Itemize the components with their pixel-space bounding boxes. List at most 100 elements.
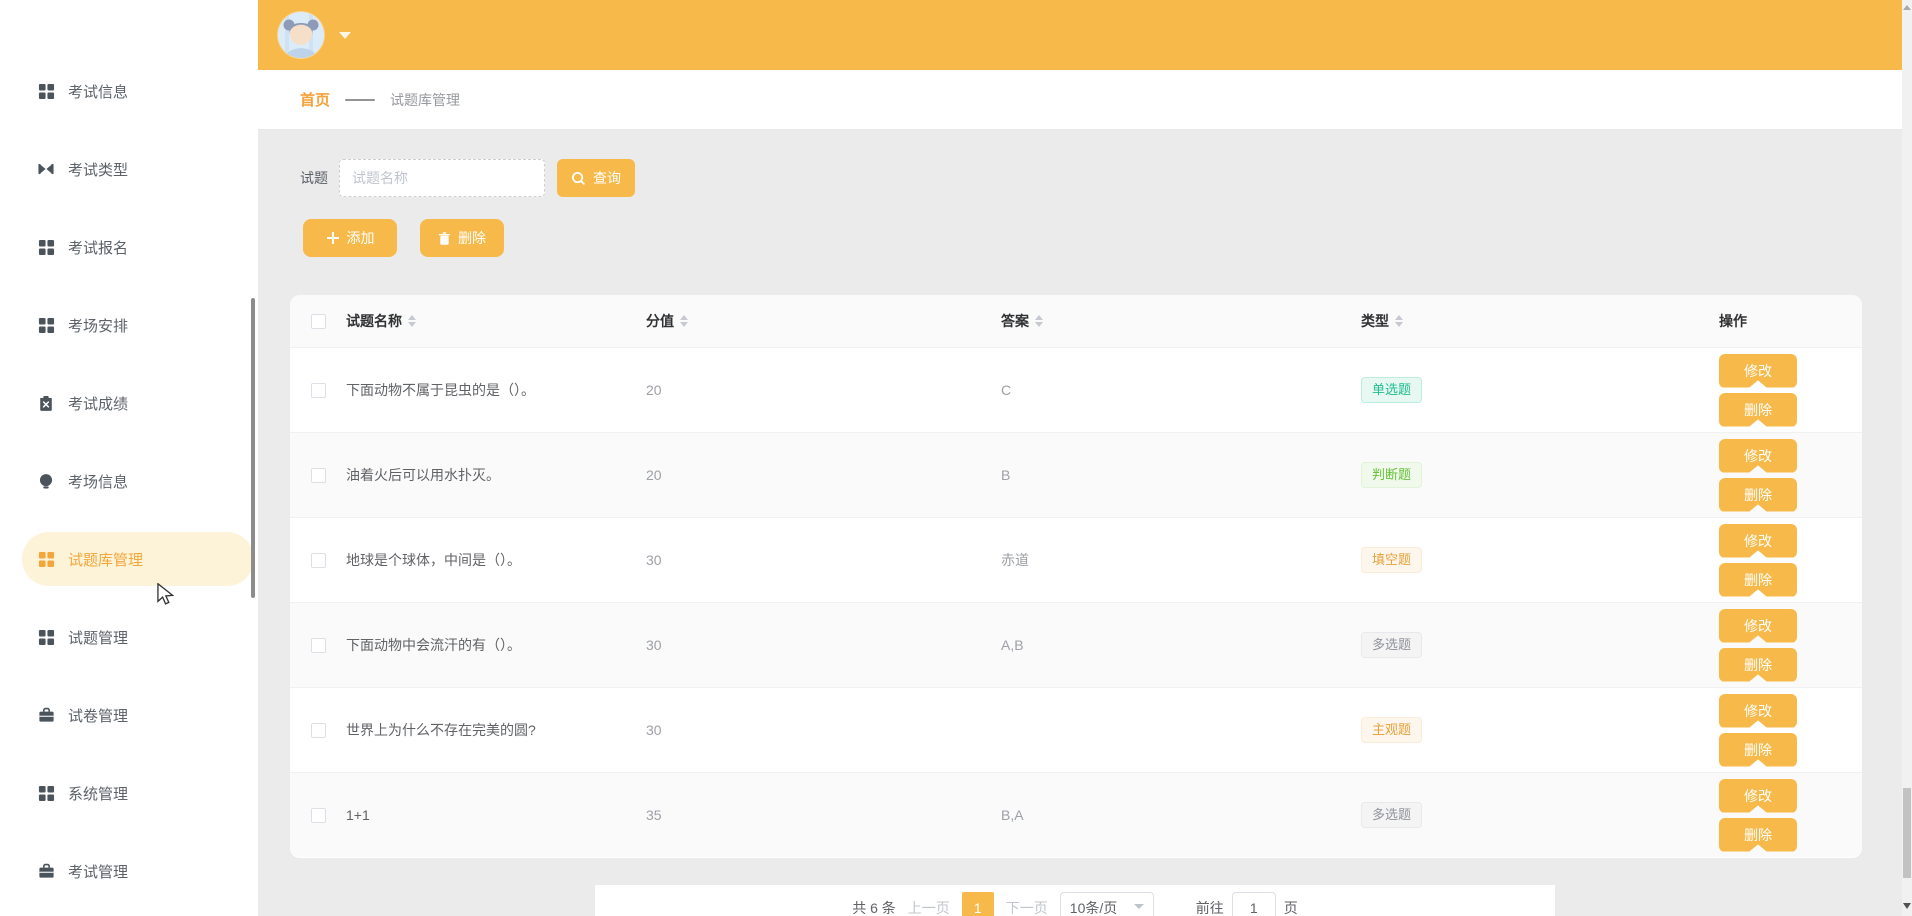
page-scrollbar[interactable] (1902, 0, 1912, 916)
edit-row-button[interactable]: 修改 (1719, 694, 1797, 728)
table-row: 油着火后可以用水扑灭。 20 B 判断题 修改 删除 (290, 432, 1862, 517)
sidebar-item-2[interactable]: 考试报名 (0, 208, 258, 286)
sidebar-item-label: 考试报名 (68, 237, 128, 258)
bulb-icon (37, 472, 55, 490)
sidebar-item-label: 试卷管理 (68, 705, 128, 726)
add-button-label: 添加 (347, 228, 375, 248)
question-name: 下面动物中会流汗的有（）。 (346, 635, 646, 655)
user-avatar[interactable] (278, 12, 324, 58)
edit-row-button[interactable]: 修改 (1719, 439, 1797, 473)
header-action: 操作 (1719, 311, 1747, 331)
sidebar-item-label: 试题管理 (68, 627, 128, 648)
question-answer: C (1001, 382, 1361, 398)
row-checkbox[interactable] (311, 553, 326, 568)
edit-row-button[interactable]: 修改 (1719, 354, 1797, 388)
edit-row-button[interactable]: 修改 (1719, 779, 1797, 813)
grid-icon (37, 550, 55, 568)
sidebar-menu: 考试信息 考试类型 考试报名 考场安排 考试成绩 考场信息 试题库管理 试题管理… (0, 0, 258, 910)
row-checkbox[interactable] (311, 723, 326, 738)
sort-icon[interactable] (1035, 315, 1043, 327)
question-score: 20 (646, 467, 1001, 483)
query-button[interactable]: 查询 (557, 159, 635, 197)
question-score: 20 (646, 382, 1001, 398)
trash-icon (438, 231, 451, 246)
breadcrumb-separator (345, 99, 375, 101)
row-checkbox[interactable] (311, 383, 326, 398)
table-row: 地球是个球体，中间是（）。 30 赤道 填空题 修改 删除 (290, 517, 1862, 602)
mouse-cursor-icon (156, 583, 176, 605)
question-name: 下面动物不属于昆虫的是（）。 (346, 380, 646, 400)
goto-page-input[interactable] (1232, 892, 1276, 916)
goto-label: 前往 (1196, 898, 1224, 916)
delete-row-button[interactable]: 删除 (1719, 818, 1797, 852)
sidebar-item-3[interactable]: 考场安排 (0, 286, 258, 364)
delete-row-button[interactable]: 删除 (1719, 563, 1797, 597)
sidebar-item-9[interactable]: 系统管理 (0, 754, 258, 832)
sort-icon[interactable] (680, 315, 688, 327)
search-input[interactable] (339, 159, 545, 197)
page-number-1[interactable]: 1 (962, 892, 994, 916)
sidebar-item-label: 考试信息 (68, 81, 128, 102)
question-type-badge: 判断题 (1361, 462, 1422, 488)
sidebar-item-0[interactable]: 考试信息 (0, 52, 258, 130)
sidebar-item-5[interactable]: 考场信息 (0, 442, 258, 520)
row-checkbox[interactable] (311, 808, 326, 823)
row-checkbox[interactable] (311, 468, 326, 483)
prev-page-button[interactable]: 上一页 (908, 898, 950, 916)
grid-icon (37, 784, 55, 802)
film-icon (37, 160, 55, 178)
question-score: 30 (646, 552, 1001, 568)
breadcrumb-current: 试题库管理 (390, 90, 460, 110)
chevron-down-icon (1134, 904, 1144, 909)
add-button[interactable]: 添加 (303, 219, 397, 257)
question-score: 30 (646, 637, 1001, 653)
page-root: { "topbar": { "caret": "dropdown" }, "br… (0, 0, 1912, 916)
sidebar-item-4[interactable]: 考试成绩 (0, 364, 258, 442)
question-answer: B (1001, 467, 1361, 483)
scroll-up-icon[interactable] (1903, 5, 1911, 10)
delete-row-button[interactable]: 删除 (1719, 478, 1797, 512)
query-button-label: 查询 (593, 168, 621, 188)
header-type[interactable]: 类型 (1361, 311, 1389, 331)
grid-icon (37, 238, 55, 256)
sidebar-item-label: 考试类型 (68, 159, 128, 180)
delete-row-button[interactable]: 删除 (1719, 393, 1797, 427)
header-question-name[interactable]: 试题名称 (346, 311, 402, 331)
sidebar-scrollbar-thumb[interactable] (251, 298, 255, 598)
question-score: 35 (646, 807, 1001, 823)
sidebar-item-1[interactable]: 考试类型 (0, 130, 258, 208)
sidebar-item-8[interactable]: 试卷管理 (0, 676, 258, 754)
sidebar-item-6[interactable]: 试题库管理 (0, 520, 258, 598)
delete-button[interactable]: 删除 (420, 219, 504, 257)
table-body: 下面动物不属于昆虫的是（）。 20 C 单选题 修改 删除 油着火后可以用水扑灭… (290, 347, 1862, 857)
search-form: 试题 查询 (300, 159, 635, 197)
page-size-value: 10条/页 (1070, 898, 1117, 916)
edit-row-button[interactable]: 修改 (1719, 609, 1797, 643)
scroll-down-icon[interactable] (1903, 903, 1911, 909)
delete-row-button[interactable]: 删除 (1719, 733, 1797, 767)
grid-icon (37, 82, 55, 100)
next-page-button[interactable]: 下一页 (1006, 898, 1048, 916)
edit-row-button[interactable]: 修改 (1719, 524, 1797, 558)
clipboard-x-icon (37, 394, 55, 412)
page-scrollbar-thumb[interactable] (1903, 788, 1911, 878)
goto-unit-label: 页 (1284, 898, 1298, 916)
page-size-select[interactable]: 10条/页 (1060, 892, 1154, 916)
sidebar-item-7[interactable]: 试题管理 (0, 598, 258, 676)
table-row: 下面动物不属于昆虫的是（）。 20 C 单选题 修改 删除 (290, 347, 1862, 432)
delete-row-button[interactable]: 删除 (1719, 648, 1797, 682)
briefcase-icon (37, 706, 55, 724)
header-score[interactable]: 分值 (646, 311, 674, 331)
sort-icon[interactable] (408, 315, 416, 327)
grid-icon (37, 628, 55, 646)
question-type-badge: 多选题 (1361, 802, 1422, 828)
select-all-checkbox[interactable] (311, 314, 326, 329)
sort-icon[interactable] (1395, 315, 1403, 327)
sidebar-item-10[interactable]: 考试管理 (0, 832, 258, 910)
table-row: 世界上为什么不存在完美的圆? 30 主观题 修改 删除 (290, 687, 1862, 772)
header-answer[interactable]: 答案 (1001, 311, 1029, 331)
avatar-dropdown-caret-icon[interactable] (339, 32, 351, 39)
main-area: 首页 试题库管理 试题 查询 添加 (258, 0, 1902, 916)
row-checkbox[interactable] (311, 638, 326, 653)
breadcrumb-home-link[interactable]: 首页 (300, 89, 330, 110)
